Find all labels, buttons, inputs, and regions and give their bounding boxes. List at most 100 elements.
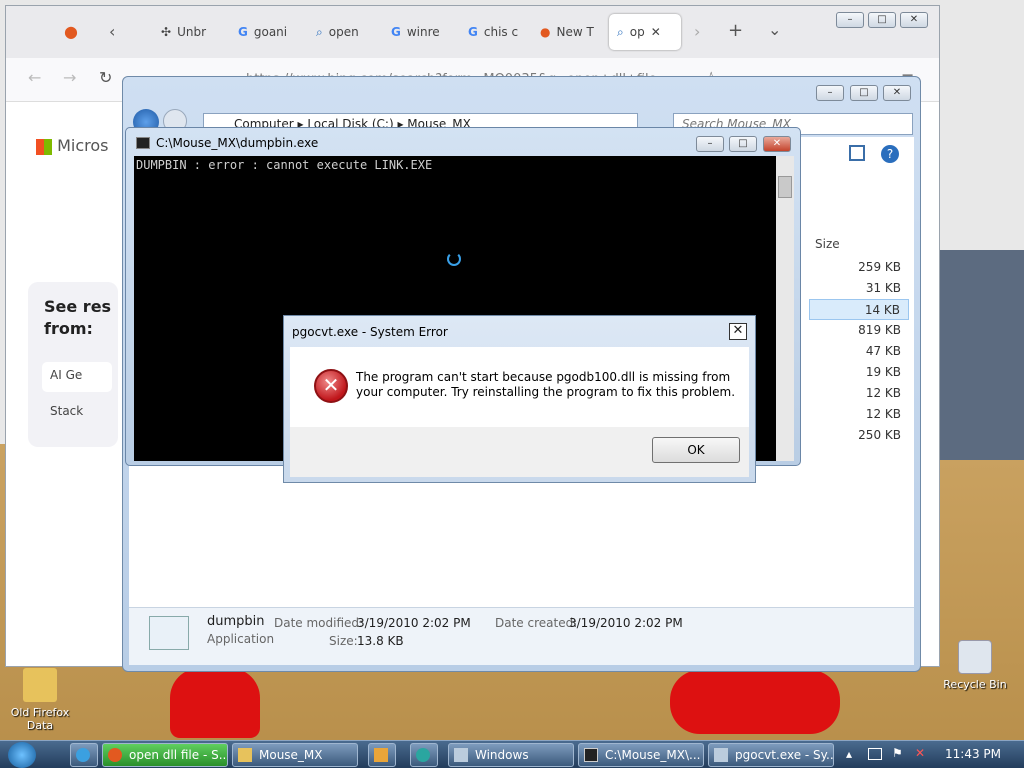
media-icon — [374, 748, 388, 762]
help-icon[interactable]: ? — [881, 145, 899, 163]
volume-muted-icon[interactable]: ✕ — [915, 746, 925, 760]
maximize-button[interactable]: □ — [868, 12, 896, 28]
minimize-button[interactable]: – — [696, 136, 724, 152]
taskbar-item-error-dialog[interactable]: pgocvt.exe - Sy... — [708, 743, 834, 767]
dialog-message: The program can't start because pgodb100… — [356, 370, 736, 399]
size-header[interactable]: Size — [809, 237, 909, 251]
taskbar-item-label: open dll file - S... — [129, 748, 228, 762]
size-cell-selected: 14 KB — [809, 299, 909, 320]
firefox-icon — [108, 748, 122, 762]
forward-icon[interactable]: → — [63, 68, 76, 87]
tab-scroll-left-icon[interactable]: ‹ — [109, 22, 115, 41]
tab-winre[interactable]: Gwinre — [391, 14, 451, 50]
desktop-icon-old-firefox-data[interactable]: Old Firefox Data — [0, 668, 80, 732]
console-icon — [136, 137, 150, 149]
taskbar-item-windows[interactable]: Windows — [448, 743, 574, 767]
tab-strip: ● ‹ ✣ Unbr Ggoani ⌕ open Gwinre Gchis c ● N… — [6, 6, 939, 58]
internet-explorer-icon — [76, 748, 90, 762]
size-cell: 250 KB — [858, 428, 901, 442]
size-cell: 31 KB — [865, 281, 901, 295]
modified-label: Date modified: — [274, 616, 364, 630]
loading-cursor-icon — [447, 252, 461, 266]
desktop-figure-right — [670, 670, 840, 734]
window-icon — [714, 748, 728, 762]
size-label: Size: — [329, 634, 358, 648]
close-button[interactable]: ✕ — [883, 85, 911, 101]
modified-value: 3/19/2010 2:02 PM — [357, 616, 471, 630]
tab-unbr[interactable]: ✣ Unbr — [161, 14, 216, 50]
dialog-close-button[interactable]: ✕ — [729, 323, 747, 340]
tab-label: open — [328, 25, 359, 39]
search-icon: ⌕ — [617, 24, 624, 39]
stack-item-label: Stack — [50, 404, 84, 418]
tab-open-active[interactable]: ⌕ op ✕ — [609, 14, 681, 50]
see-results-title: See res from: — [44, 297, 112, 338]
folder-icon — [238, 748, 252, 762]
stack-item[interactable]: Stack — [42, 398, 112, 428]
size-cell: 12 KB — [865, 386, 901, 400]
console-scrollbar[interactable] — [776, 156, 794, 461]
tab-label: op — [629, 25, 645, 39]
network-tray-icon[interactable] — [868, 748, 882, 760]
taskbar-item-label: Mouse_MX — [259, 748, 323, 762]
ai-item-label: AI Ge — [50, 368, 83, 382]
size-cell: 259 KB — [858, 260, 901, 274]
file-name: dumpbin — [207, 614, 265, 629]
minimize-button[interactable]: – — [816, 85, 844, 101]
tab-scroll-right-icon[interactable]: › — [694, 22, 700, 41]
media-player-icon[interactable] — [368, 743, 396, 767]
list-all-tabs-icon[interactable]: ⌄ — [768, 20, 781, 39]
start-button[interactable] — [8, 742, 36, 768]
clock[interactable]: 11:43 PM — [945, 747, 1001, 761]
show-hidden-icons[interactable]: ▴ — [846, 747, 852, 761]
preview-pane-icon[interactable] — [849, 145, 865, 161]
size-cell: 819 KB — [858, 323, 901, 337]
taskbar-item-label: C:\Mouse_MX\... — [605, 748, 701, 762]
maximize-button[interactable]: □ — [729, 136, 757, 152]
tab-label: goani — [253, 25, 288, 39]
tab-goani[interactable]: Ggoani — [238, 14, 298, 50]
tab-new-tab[interactable]: ● New T — [540, 14, 605, 50]
desktop-icon-recycle-bin[interactable]: Recycle Bin — [935, 640, 1015, 691]
bing-logo[interactable]: Micros — [36, 136, 109, 155]
network-app-icon[interactable] — [410, 743, 438, 767]
firefox-icon[interactable]: ● — [64, 22, 78, 41]
maximize-button[interactable]: □ — [850, 85, 878, 101]
ok-button[interactable]: OK — [652, 437, 740, 463]
size-value: 13.8 KB — [357, 634, 404, 648]
taskbar-item-label: pgocvt.exe - Sy... — [735, 748, 834, 762]
file-type: Application — [207, 632, 275, 646]
taskbar: open dll file - S... Mouse_MX Windows C:… — [0, 740, 1024, 768]
dialog-title: pgocvt.exe - System Error — [292, 325, 448, 339]
system-error-dialog: pgocvt.exe - System Error ✕ ✕ The progra… — [283, 315, 756, 483]
microsoft-icon — [36, 138, 52, 155]
tab-label: New T — [556, 25, 594, 39]
tab-chis[interactable]: Gchis c — [468, 14, 528, 50]
tab-label: winre — [406, 25, 440, 39]
created-label: Date created: — [495, 616, 578, 630]
flag-tray-icon[interactable]: ⚑ — [892, 746, 903, 760]
reload-icon[interactable]: ↻ — [99, 68, 112, 87]
google-icon: G — [468, 25, 478, 39]
taskbar-item-firefox[interactable]: open dll file - S... — [102, 743, 228, 767]
tab-open[interactable]: ⌕ open — [316, 14, 371, 50]
close-button[interactable]: ✕ — [763, 136, 791, 152]
console-title: C:\Mouse_MX\dumpbin.exe — [156, 136, 319, 150]
console-icon — [584, 748, 598, 762]
close-tab-icon[interactable]: ✕ — [651, 25, 661, 39]
search-icon: ⌕ — [316, 24, 323, 39]
new-tab-icon[interactable]: + — [728, 20, 743, 41]
ie-pinned-icon[interactable] — [70, 743, 98, 767]
size-cell: 12 KB — [865, 407, 901, 421]
taskbar-item-console[interactable]: C:\Mouse_MX\... — [578, 743, 704, 767]
scrollbar-thumb[interactable] — [778, 176, 792, 198]
created-value: 3/19/2010 2:02 PM — [569, 616, 683, 630]
size-column: Size 259 KB 31 KB 14 KB 819 KB 47 KB 19 … — [809, 237, 909, 446]
minimize-button[interactable]: – — [836, 12, 864, 28]
back-icon[interactable]: ← — [28, 68, 41, 87]
close-button[interactable]: ✕ — [900, 12, 928, 28]
desktop-robot — [930, 250, 1024, 460]
taskbar-item-explorer[interactable]: Mouse_MX — [232, 743, 358, 767]
ai-generated-item[interactable]: AI Ge — [42, 362, 112, 392]
details-pane: dumpbin Application Date modified: 3/19/… — [129, 607, 914, 665]
